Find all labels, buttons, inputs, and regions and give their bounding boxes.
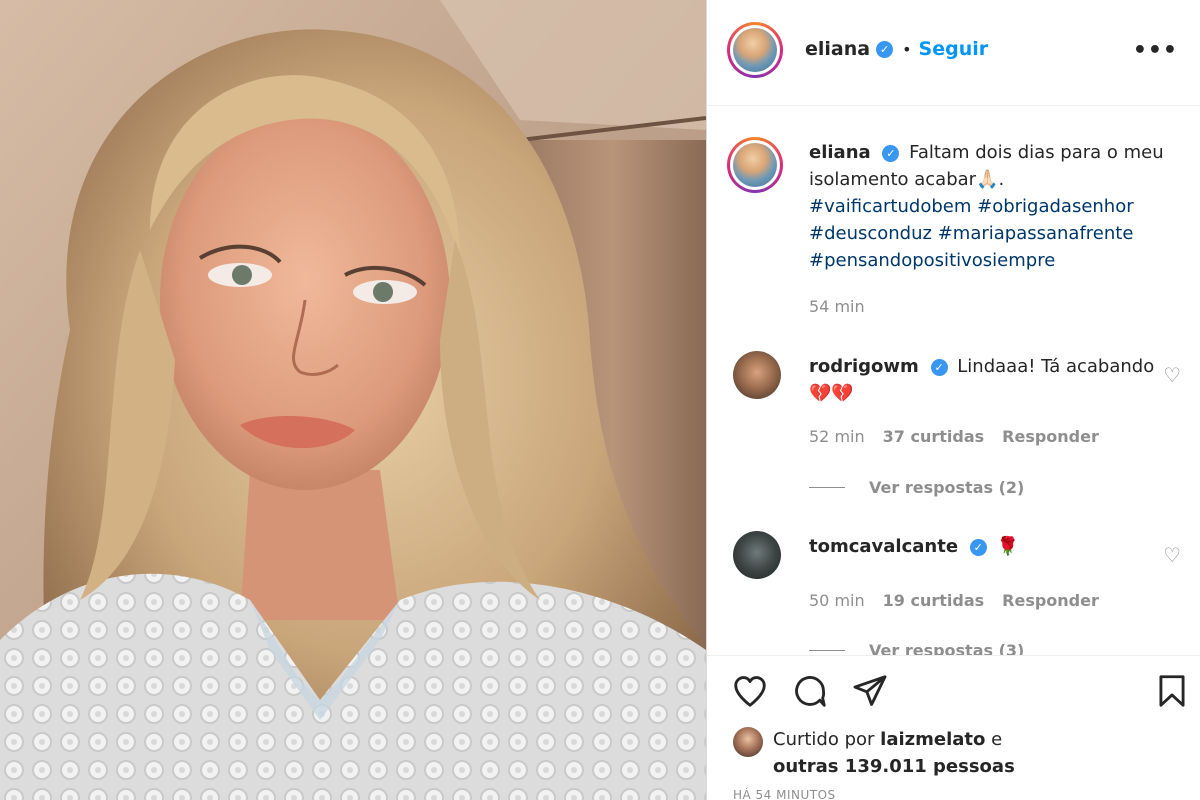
caption: eliana ✓ Faltam dois dias para o meu iso… <box>727 137 1187 327</box>
post-side-panel: eliana ✓ • Seguir ••• eliana ✓ Faltam do… <box>706 0 1200 800</box>
comment-meta: 50 min 19 curtidas Responder <box>809 591 1099 610</box>
caption-avatar[interactable] <box>727 137 783 193</box>
comment-item: rodrigowm ✓ Lindaaa! Tá acabando 💔💔 ♡ 52… <box>727 351 1187 501</box>
verified-badge-icon: ✓ <box>969 538 987 556</box>
caption-username[interactable]: eliana <box>809 142 871 163</box>
replies-divider <box>809 650 845 651</box>
comment-likes[interactable]: 19 curtidas <box>883 591 985 610</box>
heart-icon[interactable]: ♡ <box>1163 363 1181 387</box>
comment-icon[interactable] <box>791 672 829 710</box>
commenter-avatar[interactable] <box>733 531 781 579</box>
comment-text-block: tomcavalcante ✓ 🌹 <box>809 533 1169 560</box>
reply-button[interactable]: Responder <box>1002 591 1099 610</box>
follow-button[interactable]: Seguir <box>919 38 989 60</box>
liked-by-suffix: e <box>991 729 1003 750</box>
comment-text: 🌹 <box>996 536 1019 557</box>
hashtag[interactable]: #pensandopositivosiempre <box>809 250 1055 271</box>
liked-by: Curtido por laizmelato e outras 139.011 … <box>733 726 1033 780</box>
view-replies-label: Ver respostas (2) <box>869 478 1025 497</box>
post-header: eliana ✓ • Seguir ••• <box>707 0 1200 106</box>
hashtag[interactable]: #obrigadasenhor <box>977 196 1134 217</box>
comments-list[interactable]: eliana ✓ Faltam dois dias para o meu iso… <box>707 107 1200 655</box>
comment-username[interactable]: tomcavalcante <box>809 536 958 557</box>
comment-meta: 52 min 37 curtidas Responder <box>809 427 1099 446</box>
comment-time[interactable]: 52 min <box>809 427 865 446</box>
post-photo[interactable] <box>0 0 706 800</box>
hashtag[interactable]: #deusconduz <box>809 223 932 244</box>
caption-text-block: eliana ✓ Faltam dois dias para o meu iso… <box>809 139 1169 274</box>
hashtag[interactable]: #mariapassanafrente <box>938 223 1134 244</box>
liked-by-prefix: Curtido por <box>773 729 875 750</box>
comment-text-block: rodrigowm ✓ Lindaaa! Tá acabando 💔💔 <box>809 353 1169 407</box>
caption-time[interactable]: 54 min <box>809 297 865 316</box>
hashtag[interactable]: #vaificartudobem <box>809 196 971 217</box>
comment-time[interactable]: 50 min <box>809 591 865 610</box>
comment-likes[interactable]: 37 curtidas <box>883 427 985 446</box>
view-replies-button[interactable]: Ver respostas (2) <box>809 478 1024 497</box>
view-replies-button[interactable]: Ver respostas (3) <box>809 641 1024 655</box>
reply-button[interactable]: Responder <box>1002 427 1099 446</box>
author-username[interactable]: eliana <box>805 38 870 60</box>
view-replies-label: Ver respostas (3) <box>869 641 1025 655</box>
post-actions: Curtido por laizmelato e outras 139.011 … <box>707 655 1200 800</box>
verified-badge-icon: ✓ <box>876 40 894 58</box>
comment-item: tomcavalcante ✓ 🌹 ♡ 50 min 19 curtidas R… <box>727 531 1187 655</box>
comment-username[interactable]: rodrigowm <box>809 356 919 377</box>
separator-dot: • <box>902 39 912 59</box>
more-options-icon[interactable]: ••• <box>1133 40 1178 62</box>
likes-count[interactable]: outras 139.011 pessoas <box>773 756 1015 777</box>
share-icon[interactable] <box>851 672 889 710</box>
heart-icon[interactable]: ♡ <box>1163 543 1181 567</box>
replies-divider <box>809 487 845 488</box>
post-timestamp[interactable]: HÁ 54 MINUTOS <box>733 788 836 800</box>
liker-avatar[interactable] <box>733 727 763 757</box>
caption-meta: 54 min <box>809 297 865 316</box>
heart-icon[interactable] <box>731 672 769 710</box>
save-icon[interactable] <box>1153 672 1191 710</box>
likes-text: Curtido por laizmelato e outras 139.011 … <box>773 726 1033 780</box>
verified-badge-icon: ✓ <box>930 358 948 376</box>
author-avatar[interactable] <box>727 22 783 78</box>
liked-by-user[interactable]: laizmelato <box>880 729 985 750</box>
portrait-photo <box>0 0 706 800</box>
commenter-avatar[interactable] <box>733 351 781 399</box>
header-title: eliana ✓ • Seguir <box>805 38 988 60</box>
verified-badge-icon: ✓ <box>882 144 900 162</box>
